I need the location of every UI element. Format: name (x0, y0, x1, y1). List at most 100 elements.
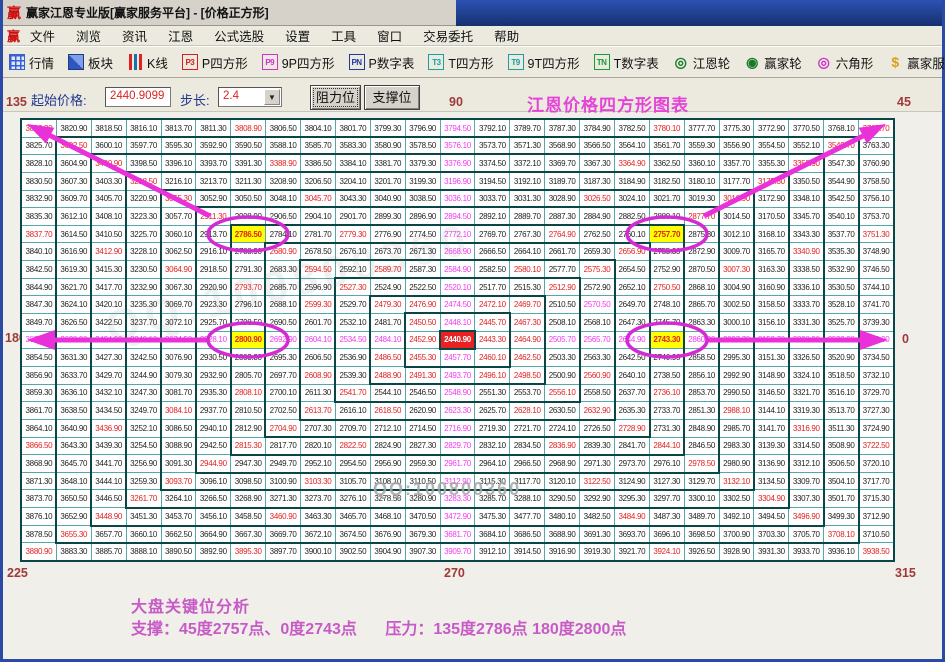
grid-cell: 3223.30 (127, 208, 162, 226)
grid-cell: 3744.10 (859, 279, 894, 297)
grid-cell: 3477.70 (510, 508, 545, 526)
grid-cell: 3499.30 (824, 508, 859, 526)
grid-cell: 2966.50 (510, 455, 545, 473)
grid-cell: 3043.30 (336, 191, 371, 209)
toolbar-label: 六角形 (836, 53, 874, 72)
grid-cell: 2618.50 (371, 402, 406, 420)
start-price-input[interactable]: 2440.9099 (105, 87, 171, 107)
menu-item-设置[interactable]: 设置 (285, 26, 310, 45)
grid-cell: 3230.50 (127, 261, 162, 279)
grid-cell: 3902.50 (336, 543, 371, 561)
grid-cell: 3175.30 (754, 173, 789, 191)
grid-cell: 3038.50 (406, 191, 441, 209)
step-label: 步长: (180, 90, 210, 109)
grid-cell: 3211.30 (231, 173, 266, 191)
grid-cell: 3084.10 (162, 402, 197, 420)
grid-cell: 3496.90 (789, 508, 824, 526)
grid-cell: 2815.30 (231, 438, 266, 456)
grid-cell: 3273.70 (301, 490, 336, 508)
grid-cell: 3045.70 (301, 191, 336, 209)
grid-cell: 2872.90 (685, 243, 720, 261)
toolbar-button-P四方形[interactable]: P3P四方形 (182, 53, 248, 72)
grid-cell: 3225.70 (127, 226, 162, 244)
grid-cell: 2688.10 (266, 296, 301, 314)
menu-item-资讯[interactable]: 资讯 (122, 26, 147, 45)
grid-cell: 3072.10 (162, 314, 197, 332)
grid-cell: 2608.90 (301, 367, 336, 385)
grid-cell: 3321.70 (789, 385, 824, 403)
grid-cell: 2460.10 (475, 349, 510, 367)
toolbar-label: T数字表 (614, 53, 659, 72)
grid-cell: 2916.10 (196, 243, 231, 261)
grid-cell: 3112.90 (441, 473, 476, 491)
grid-cell: 3746.50 (859, 261, 894, 279)
toolbar-button-T四方形[interactable]: T3T四方形 (428, 53, 493, 72)
toolbar-button-江恩轮[interactable]: ◎江恩轮 (673, 53, 731, 72)
analysis-line: 支撑：45度2757点、0度2743点 压力：135度2786点 180度280… (131, 615, 626, 639)
grid-cell: 3590.50 (231, 138, 266, 156)
toolbar-button-9T四方形[interactable]: T99T四方形 (508, 53, 580, 72)
grid-cell: 3153.70 (754, 332, 789, 350)
grid-cell: 3482.50 (580, 508, 615, 526)
grid-cell: 2791.30 (231, 261, 266, 279)
toolbar-button-9P四方形[interactable]: P99P四方形 (262, 53, 335, 72)
grid-cell: 3506.50 (824, 455, 859, 473)
grid-cell: 3324.10 (789, 367, 824, 385)
grid-cell: 3926.50 (685, 543, 720, 561)
grid-cell: 3458.50 (231, 508, 266, 526)
grid-cell: 2928.10 (196, 332, 231, 350)
grid-cell: 3535.30 (824, 243, 859, 261)
toolbar-button-赢家服务[interactable]: $赢家服务 (887, 53, 945, 72)
grid-cell: 3271.30 (266, 490, 301, 508)
grid-cell: 3134.50 (754, 473, 789, 491)
menu-item-工具[interactable]: 工具 (331, 26, 356, 45)
toolbar-button-K线[interactable]: K线 (127, 53, 168, 72)
step-combobox-arrow-icon[interactable]: ▼ (264, 89, 280, 105)
grid-cell: 3444.10 (92, 473, 127, 491)
grid-cell: 2810.50 (231, 402, 266, 420)
grid-cell: 3064.90 (162, 261, 197, 279)
grid-cell: 3938.50 (859, 543, 894, 561)
grid-cell: 3259.30 (127, 473, 162, 491)
menu-item-交易委托[interactable]: 交易委托 (423, 26, 473, 45)
grid-cell: 2781.70 (301, 226, 336, 244)
toolbar-button-板块[interactable]: 板块 (68, 53, 113, 72)
grid-cell: 3388.90 (266, 155, 301, 173)
menu-item-江恩[interactable]: 江恩 (168, 26, 193, 45)
grid-cell: 2776.90 (371, 226, 406, 244)
grid-cell: 3835.30 (22, 208, 57, 226)
grid-cell: 2668.90 (441, 243, 476, 261)
grid-cell: 3595.30 (162, 138, 197, 156)
grid-cell: 3369.70 (545, 155, 580, 173)
resistance-button[interactable]: 阻力位 (310, 85, 361, 110)
toolbar-button-T数字表[interactable]: TNT数字表 (594, 53, 659, 72)
grid-cell: 2954.50 (336, 455, 371, 473)
menu-item-浏览[interactable]: 浏览 (76, 26, 101, 45)
grid-cell: 2556.10 (545, 385, 580, 403)
grid-cell: 2808.10 (231, 385, 266, 403)
toolbar-button-行情[interactable]: 行情 (9, 53, 54, 72)
grid-cell: 2822.50 (336, 438, 371, 456)
grid-cell: 2448.10 (441, 314, 476, 332)
grid-cell: 2844.10 (650, 438, 685, 456)
grid-cell: 3405.70 (92, 191, 127, 209)
grid-cell: 2647.30 (615, 314, 650, 332)
grid-cell: 2560.90 (580, 367, 615, 385)
menu-item-文件[interactable]: 文件 (30, 26, 55, 45)
menu-item-窗口[interactable]: 窗口 (377, 26, 402, 45)
grid-cell: 3804.10 (301, 120, 336, 138)
toolbar-button-赢家轮[interactable]: ◉赢家轮 (744, 53, 802, 72)
grid-cell: 2882.50 (615, 208, 650, 226)
toolbar-button-P数字表[interactable]: PNP数字表 (349, 53, 415, 72)
grid-cell: 2812.90 (231, 420, 266, 438)
menu-item-公式选股[interactable]: 公式选股 (214, 26, 264, 45)
grid-cell: 3002.50 (720, 296, 755, 314)
grid-cell: 2664.10 (510, 243, 545, 261)
toolbar-button-六角形[interactable]: ◎六角形 (816, 53, 874, 72)
grid-cell: 3160.90 (754, 279, 789, 297)
menu-item-帮助[interactable]: 帮助 (494, 26, 519, 45)
support-button[interactable]: 支撑位 (364, 85, 420, 110)
grid-cell: 2599.30 (301, 296, 336, 314)
grid-cell: 2546.50 (406, 385, 441, 403)
grid-cell: 2565.70 (580, 332, 615, 350)
